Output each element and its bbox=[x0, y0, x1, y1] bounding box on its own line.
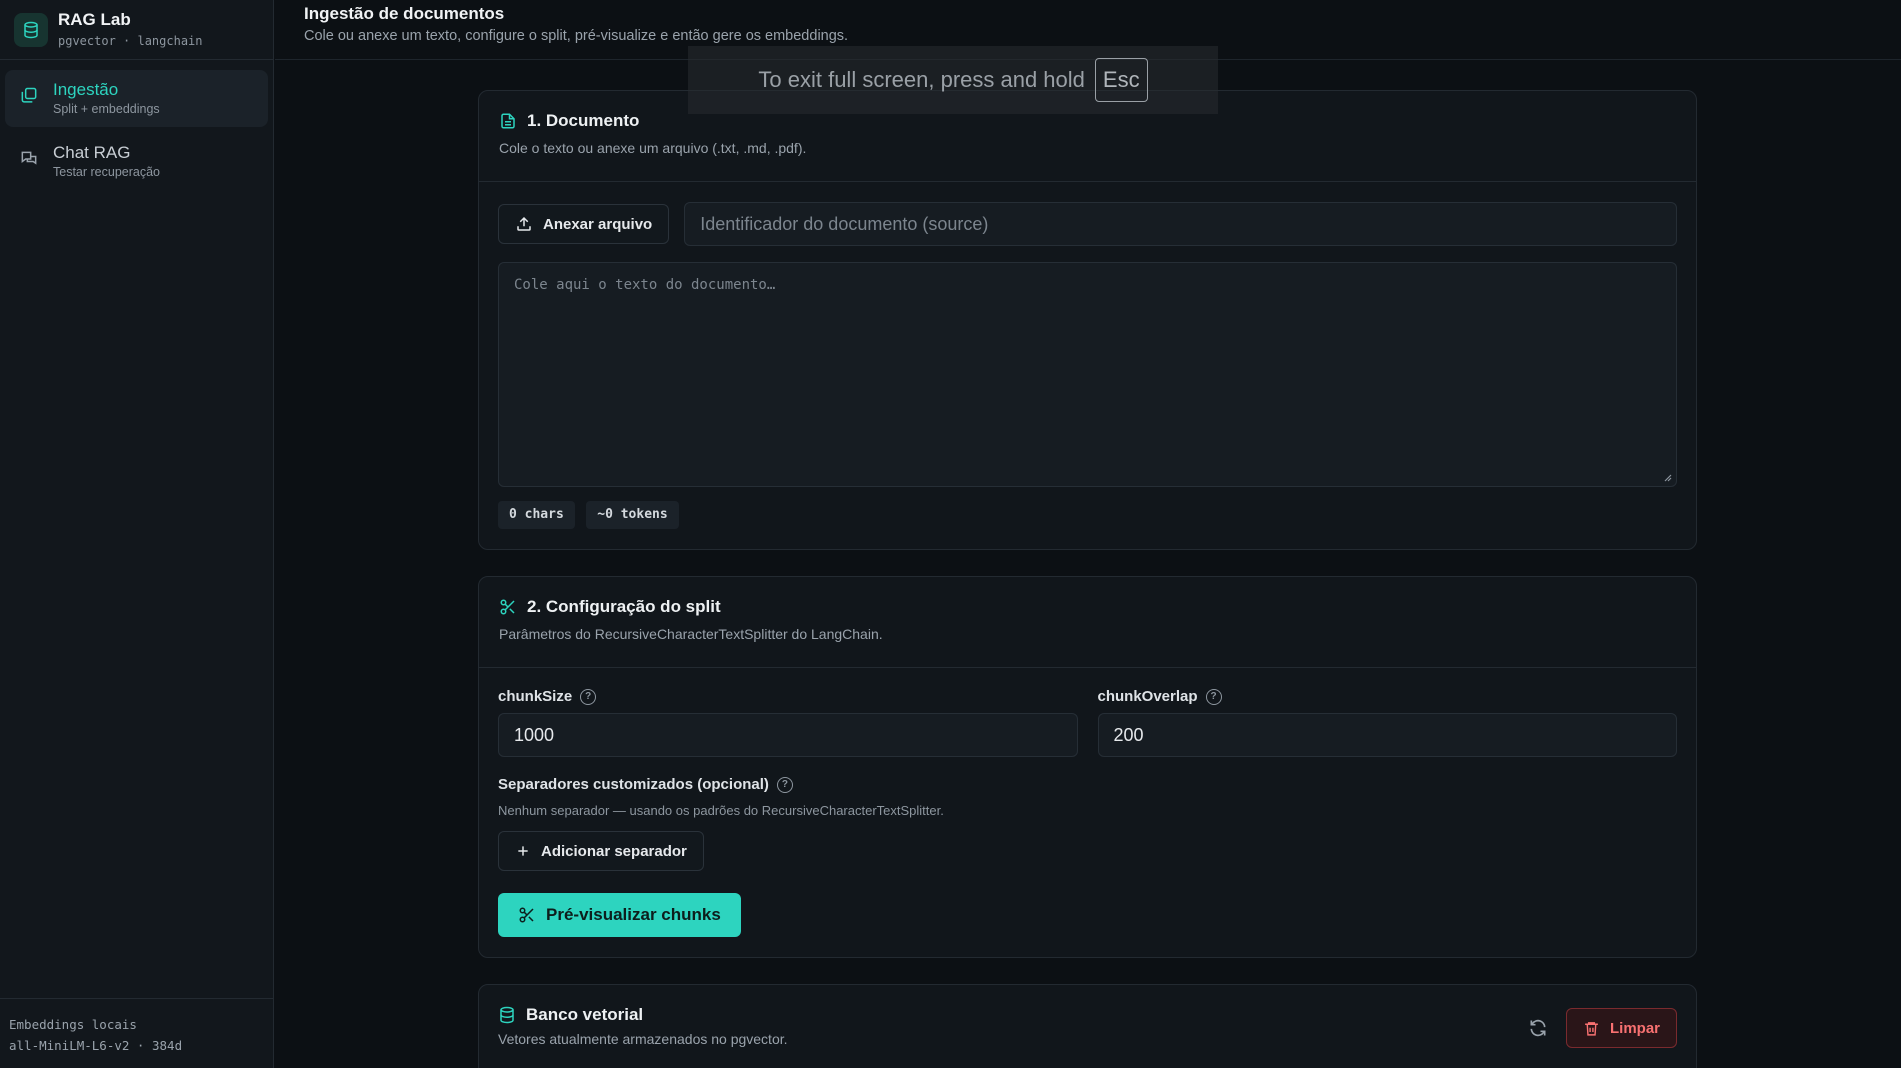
clear-vectors-label: Limpar bbox=[1609, 1019, 1660, 1037]
chunk-size-label: chunkSize bbox=[498, 688, 573, 705]
sidebar-item-sub: Testar recuperação bbox=[53, 165, 161, 179]
database-icon bbox=[500, 1006, 514, 1024]
tokens-count-badge: ~0 tokens bbox=[586, 501, 679, 529]
database-icon bbox=[14, 12, 48, 47]
vector-db-card: Banco vetorial Vetores atualmente armaze… bbox=[478, 984, 1697, 1068]
brand-subtitle: pgvector · langchain bbox=[58, 34, 203, 48]
separators-label: Separadores customizados (opcional) bbox=[498, 776, 769, 793]
vector-db-title: Banco vetorial bbox=[526, 1005, 644, 1024]
document-textarea[interactable]: Cole aqui o texto do documento… bbox=[498, 262, 1677, 487]
brand: RAG Lab pgvector · langchain bbox=[0, 0, 273, 60]
scissors-icon bbox=[500, 599, 515, 615]
sidebar-item-ingestao[interactable]: Ingestão Split + embeddings bbox=[5, 70, 268, 127]
page-title: Ingestão de documentos bbox=[304, 4, 505, 23]
vector-db-description: Vetores atualmente armazenados no pgvect… bbox=[498, 1031, 788, 1047]
upload-icon bbox=[517, 216, 531, 231]
sidebar-nav: Ingestão Split + embeddings Chat RAG Tes… bbox=[0, 60, 273, 206]
trash-icon bbox=[1585, 1021, 1598, 1036]
embeddings-model: all-MiniLM-L6-v2 · 384d bbox=[9, 1038, 183, 1053]
chunk-overlap-value: 200 bbox=[1113, 724, 1144, 745]
file-text-icon bbox=[501, 113, 515, 129]
embeddings-label: Embeddings locais bbox=[9, 1017, 137, 1032]
chunk-size-input[interactable]: 1000 bbox=[498, 713, 1078, 757]
sidebar-item-label: Ingestão bbox=[53, 80, 119, 99]
split-description: Parâmetros do RecursiveCharacterTextSpli… bbox=[499, 626, 883, 642]
layers-icon bbox=[21, 87, 37, 103]
sidebar-footer: Embeddings locais all-MiniLM-L6-v2 · 384… bbox=[0, 998, 273, 1068]
document-description: Cole o texto ou anexe um arquivo (.txt, … bbox=[499, 140, 807, 156]
textarea-placeholder: Cole aqui o texto do documento… bbox=[514, 277, 776, 293]
source-placeholder: Identificador do documento (source) bbox=[700, 213, 989, 234]
scissors-icon bbox=[519, 907, 534, 923]
split-title: 2. Configuração do split bbox=[527, 597, 721, 616]
preview-chunks-button[interactable]: Pré-visualizar chunks bbox=[498, 893, 741, 937]
chunk-size-value: 1000 bbox=[514, 724, 555, 745]
document-card: 1. Documento Cole o texto ou anexe um ar… bbox=[478, 90, 1697, 550]
chunk-overlap-label: chunkOverlap bbox=[1097, 688, 1198, 705]
preview-chunks-label: Pré-visualizar chunks bbox=[546, 905, 721, 924]
attach-file-label: Anexar arquivo bbox=[543, 215, 653, 233]
refresh-icon[interactable] bbox=[1528, 1018, 1548, 1038]
clear-vectors-button[interactable]: Limpar bbox=[1565, 1008, 1677, 1048]
sidebar: RAG Lab pgvector · langchain Ingestão Sp… bbox=[0, 0, 274, 1068]
page-subtitle: Cole ou anexe um texto, configure o spli… bbox=[304, 28, 849, 44]
sidebar-item-label: Chat RAG bbox=[53, 143, 131, 162]
esc-key-badge: Esc bbox=[1094, 58, 1148, 102]
separators-hint: Nenhum separador — usando os padrões do … bbox=[498, 803, 944, 818]
sidebar-item-sub: Split + embeddings bbox=[53, 102, 160, 116]
resize-handle-icon[interactable] bbox=[1662, 472, 1672, 482]
chars-count-badge: 0 chars bbox=[498, 501, 575, 529]
help-icon[interactable]: ? bbox=[580, 688, 597, 705]
attach-file-button[interactable]: Anexar arquivo bbox=[498, 204, 670, 244]
chunk-overlap-input[interactable]: 200 bbox=[1097, 713, 1677, 757]
plus-icon bbox=[518, 846, 528, 856]
chat-icon bbox=[21, 151, 37, 165]
help-icon[interactable]: ? bbox=[1205, 688, 1222, 705]
help-icon[interactable]: ? bbox=[776, 776, 793, 793]
sidebar-item-chat-rag[interactable]: Chat RAG Testar recuperação bbox=[5, 133, 268, 190]
split-config-card: 2. Configuração do split Parâmetros do R… bbox=[478, 576, 1697, 958]
brand-title: RAG Lab bbox=[58, 10, 131, 29]
source-input[interactable]: Identificador do documento (source) bbox=[684, 202, 1677, 246]
fullscreen-notice-text: To exit full screen, press and hold bbox=[758, 67, 1085, 92]
add-separator-label: Adicionar separador bbox=[541, 842, 687, 860]
fullscreen-exit-notice: To exit full screen, press and hold Esc bbox=[688, 46, 1218, 114]
document-title: 1. Documento bbox=[527, 111, 640, 130]
add-separator-button[interactable]: Adicionar separador bbox=[498, 831, 704, 871]
